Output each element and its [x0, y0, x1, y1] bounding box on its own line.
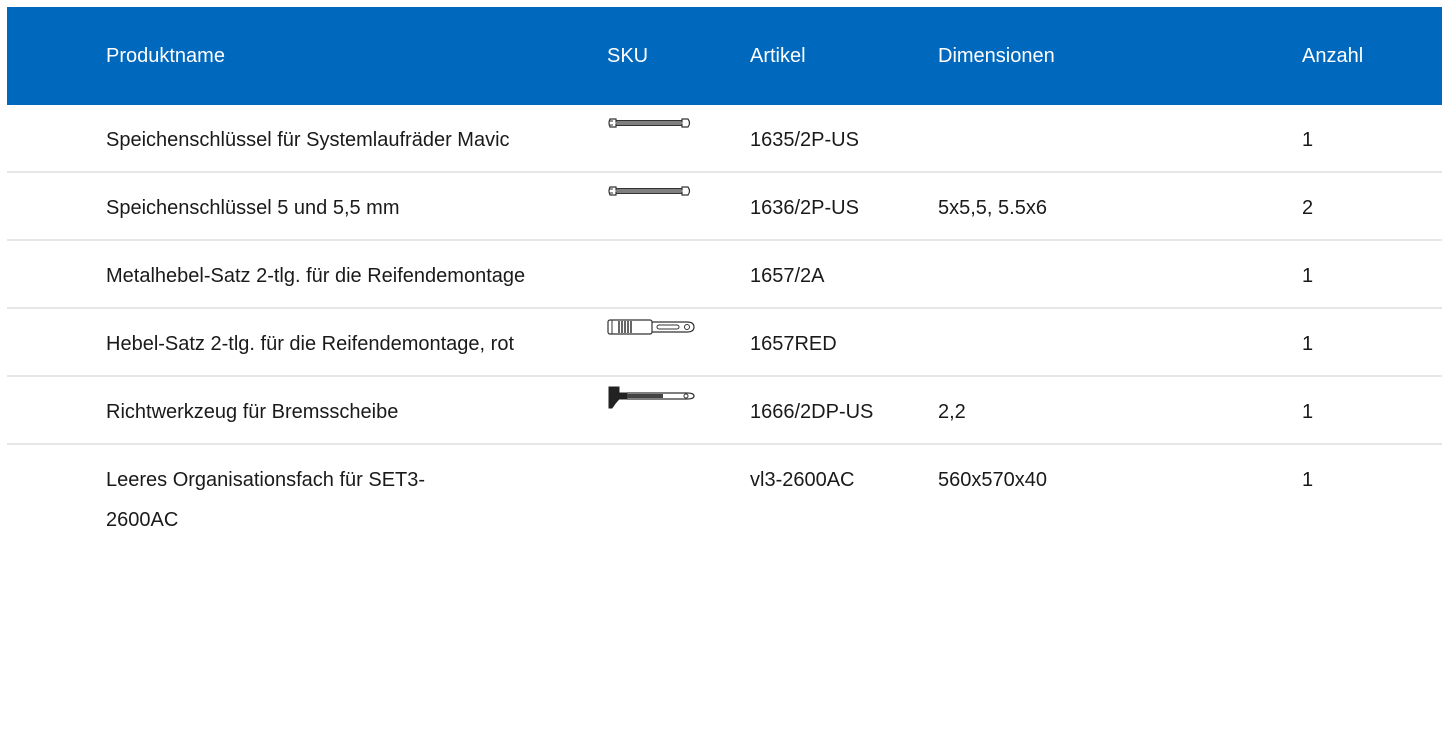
header-quantity: Anzahl [1302, 44, 1364, 67]
table-row: Speichenschlüssel 5 und 5,5 mm 1636/2P-U… [7, 172, 1442, 240]
spoke-wrench-icon [607, 181, 750, 203]
header-row: Produktname SKU Artikel Dimensionen Anza… [7, 7, 1442, 105]
product-name-cell: Leeres Organisationsfach für SET3-2600AC [106, 469, 426, 531]
table-row: Speichenschlüssel für Systemlaufräder Ma… [7, 105, 1442, 172]
product-name-cell: Metalhebel-Satz 2-tlg. für die Reifendem… [106, 265, 526, 287]
quantity-cell: 2 [1302, 197, 1314, 219]
article-cell: 1657RED [750, 333, 837, 355]
sku-cell [607, 105, 750, 172]
article-cell: 1657/2A [750, 265, 825, 287]
spoke-wrench-icon [607, 113, 750, 135]
dimensions-cell [938, 240, 1302, 308]
tire-lever-icon [607, 317, 750, 339]
quantity-cell: 1 [1302, 129, 1314, 151]
dimensions-cell: 2,2 [938, 401, 966, 423]
quantity-cell: 1 [1302, 265, 1314, 287]
sku-cell [607, 376, 750, 444]
product-name-cell: Hebel-Satz 2-tlg. für die Reifendemontag… [106, 333, 514, 355]
article-cell: 1635/2P-US [750, 129, 859, 151]
dimensions-cell: 560x570x40 [938, 469, 1047, 491]
header-article: Artikel [750, 44, 806, 67]
header-sku: SKU [607, 44, 649, 67]
table-body: Speichenschlüssel für Systemlaufräder Ma… [7, 105, 1442, 551]
table-row: Richtwerkzeug für Bremsscheibe 1666/2DP-… [7, 376, 1442, 444]
header-product-name: Produktname [106, 44, 225, 67]
sku-cell [607, 172, 750, 240]
product-table-container: Produktname SKU Artikel Dimensionen Anza… [7, 7, 1442, 551]
article-cell: 1636/2P-US [750, 197, 859, 219]
product-name-cell: Richtwerkzeug für Bremsscheibe [106, 401, 399, 423]
product-name-cell: Speichenschlüssel für Systemlaufräder Ma… [106, 129, 510, 151]
sku-cell [607, 444, 750, 551]
table-row: Leeres Organisationsfach für SET3-2600AC… [7, 444, 1442, 551]
sku-cell [607, 308, 750, 376]
dimensions-cell: 5x5,5, 5.5x6 [938, 197, 1047, 219]
quantity-cell: 1 [1302, 401, 1314, 423]
header-dimensions: Dimensionen [938, 44, 1055, 67]
table-row: Metalhebel-Satz 2-tlg. für die Reifendem… [7, 240, 1442, 308]
table-header: Produktname SKU Artikel Dimensionen Anza… [7, 7, 1442, 105]
rotor-truing-tool-icon [607, 385, 750, 409]
quantity-cell: 1 [1302, 333, 1314, 355]
sku-cell [607, 240, 750, 308]
article-cell: vl3-2600AC [750, 469, 855, 491]
quantity-cell: 1 [1302, 469, 1314, 491]
table-row: Hebel-Satz 2-tlg. für die Reifendemontag… [7, 308, 1442, 376]
product-table: Produktname SKU Artikel Dimensionen Anza… [7, 7, 1442, 551]
article-cell: 1666/2DP-US [750, 401, 874, 423]
product-name-cell: Speichenschlüssel 5 und 5,5 mm [106, 197, 400, 219]
dimensions-cell [938, 308, 1302, 376]
dimensions-cell [938, 105, 1302, 172]
